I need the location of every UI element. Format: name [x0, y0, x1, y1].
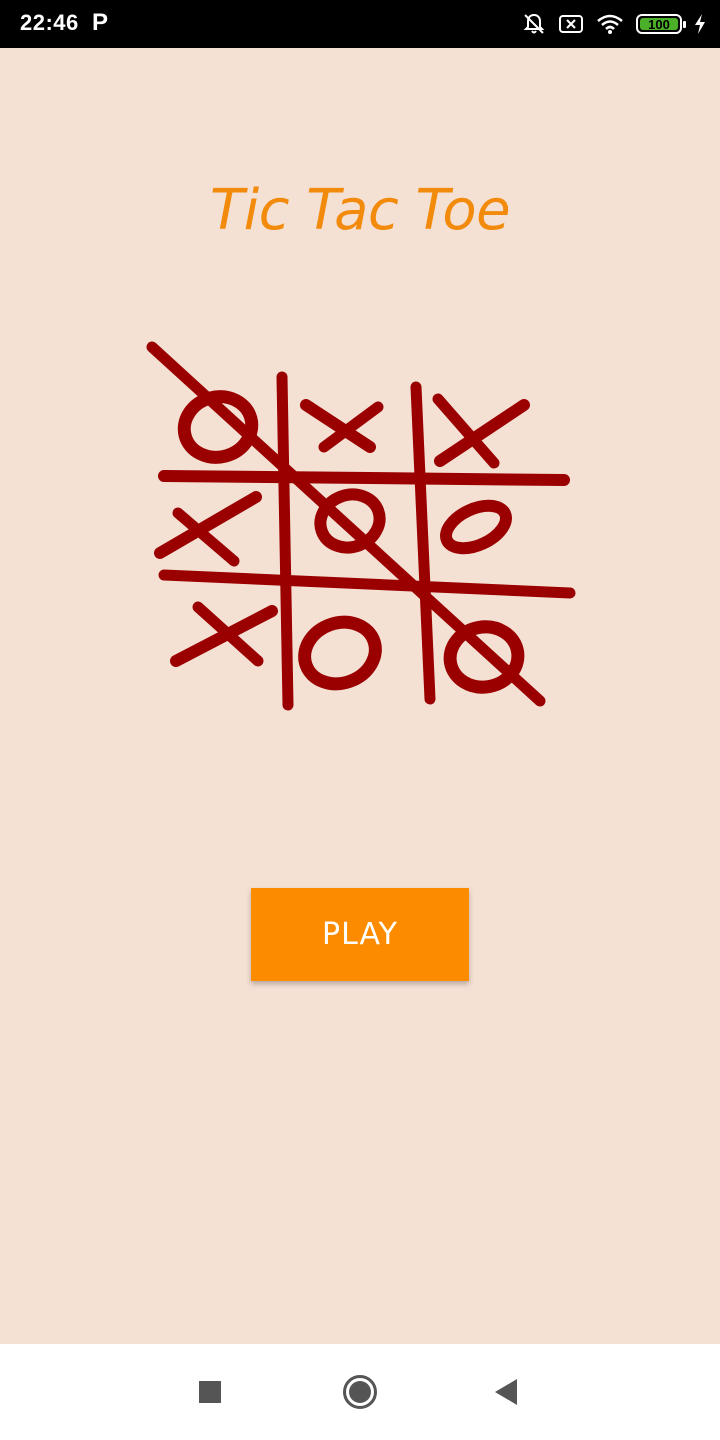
- wifi-icon: [597, 14, 623, 34]
- app-title: Tic Tac Toe: [209, 178, 511, 243]
- navigation-bar: [0, 1344, 720, 1440]
- home-circle-icon: [343, 1375, 377, 1409]
- recent-apps-button[interactable]: [162, 1344, 258, 1440]
- battery-level: 100: [648, 16, 670, 32]
- parking-notification-icon: P: [92, 9, 109, 36]
- home-button[interactable]: [312, 1344, 408, 1440]
- battery-icon: 100: [636, 14, 686, 34]
- status-icons: 100: [522, 8, 706, 40]
- status-bar: 22:46 P 100: [0, 0, 720, 48]
- sim-off-icon: [559, 15, 583, 33]
- charging-icon: [695, 14, 705, 34]
- status-time: 22:46: [20, 10, 79, 35]
- recent-apps-square-icon: [199, 1381, 221, 1403]
- mute-bell-icon: [523, 13, 545, 34]
- back-button[interactable]: [458, 1344, 554, 1440]
- play-button[interactable]: PLAY: [251, 888, 469, 981]
- tic-tac-toe-logo: [146, 341, 576, 711]
- back-triangle-icon: [495, 1379, 517, 1405]
